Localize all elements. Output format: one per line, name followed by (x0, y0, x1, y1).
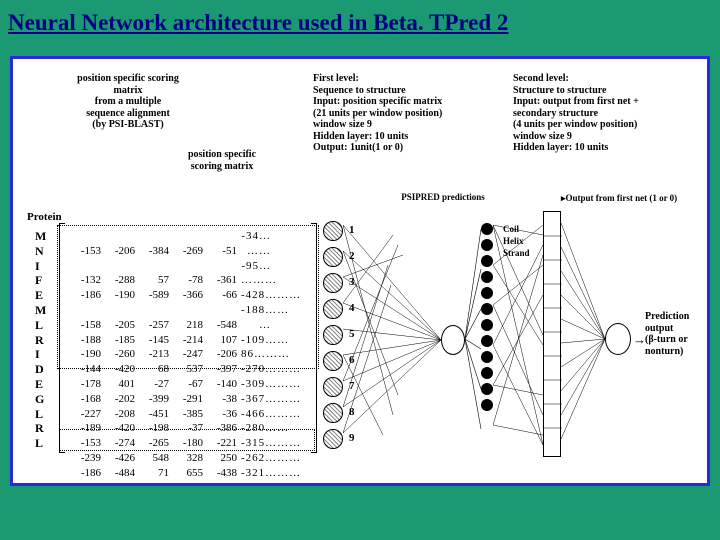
hidden-node (323, 429, 343, 449)
hidden-node (323, 351, 343, 371)
psipred-column (481, 219, 493, 415)
window-end-box (59, 429, 315, 451)
prediction-desc: Predictionoutput(β-turn ornonturn) (645, 311, 707, 357)
connections-1 (343, 215, 443, 465)
hidden-node (323, 247, 343, 267)
psipred-node (481, 351, 493, 363)
psipred-node (481, 367, 493, 379)
psipred-node (481, 239, 493, 251)
hidden-node (323, 325, 343, 345)
psipred-node (481, 271, 493, 283)
page-title: Neural Network architecture used in Beta… (0, 0, 720, 42)
window-selection-box (57, 225, 319, 369)
protein-sequence: MNIFEMLRIDEGLRL (35, 229, 46, 451)
hidden-node (323, 273, 343, 293)
psipred-node (481, 319, 493, 331)
connections-2 (493, 215, 548, 465)
psipred-node (481, 399, 493, 411)
pssm-right-desc: position specificscoring matrix (167, 149, 277, 172)
pssm-desc: position specific scoringmatrixfrom a mu… (53, 73, 203, 131)
second-level-desc: Second level:Structure to structureInput… (513, 73, 693, 154)
hidden-layer-1 (323, 215, 343, 455)
connections-3 (561, 211, 607, 461)
output-node-1 (441, 325, 465, 355)
output-node-2 (605, 323, 631, 355)
second-hidden-layer (543, 211, 561, 457)
hidden-node (323, 299, 343, 319)
psipred-label: PSIPRED predictions (383, 193, 503, 203)
psipred-node (481, 383, 493, 395)
diagram-panel: position specific scoringmatrixfrom a mu… (10, 56, 710, 486)
first-level-desc: First level:Sequence to structureInput: … (313, 73, 483, 154)
psipred-node (481, 335, 493, 347)
psipred-node (481, 223, 493, 235)
output-first-label: ▸Output from first net (1 or 0) (561, 194, 677, 204)
hidden-node (323, 403, 343, 423)
psipred-node (481, 287, 493, 299)
psipred-node (481, 255, 493, 267)
psipred-node (481, 303, 493, 315)
hidden-node (323, 221, 343, 241)
protein-label: Protein (27, 211, 62, 223)
hidden-node (323, 377, 343, 397)
